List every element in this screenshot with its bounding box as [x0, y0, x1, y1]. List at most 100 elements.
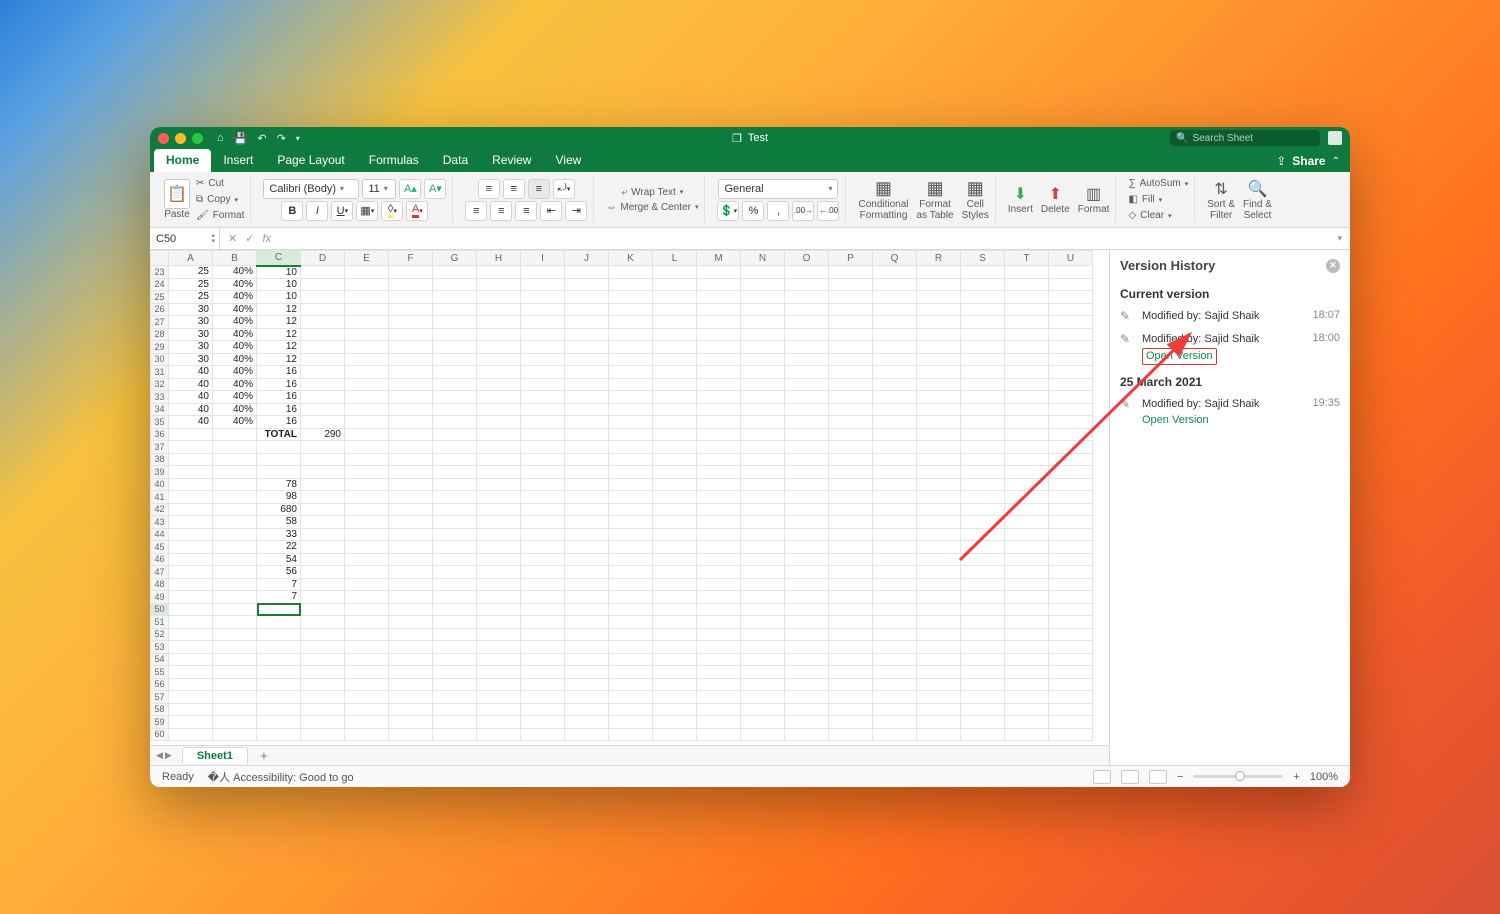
cell-R45[interactable]: [917, 541, 961, 554]
cell-H40[interactable]: [477, 478, 521, 491]
cell-F24[interactable]: [389, 278, 433, 291]
row-header-26[interactable]: 26: [151, 303, 169, 316]
cell-G37[interactable]: [433, 441, 477, 454]
col-header-C[interactable]: C: [257, 251, 301, 266]
cell-F45[interactable]: [389, 541, 433, 554]
cell-B50[interactable]: [213, 603, 257, 616]
cell-G43[interactable]: [433, 516, 477, 529]
orientation-button[interactable]: ⤾▾: [553, 179, 575, 199]
cell-C37[interactable]: [257, 441, 301, 454]
cell-E26[interactable]: [345, 303, 389, 316]
cell-D54[interactable]: [301, 653, 345, 666]
close-version-pane-icon[interactable]: ✕: [1326, 259, 1340, 273]
cell-T35[interactable]: [1005, 416, 1049, 429]
cell-D46[interactable]: [301, 553, 345, 566]
cell-L35[interactable]: [653, 416, 697, 429]
cell-E35[interactable]: [345, 416, 389, 429]
tab-formulas[interactable]: Formulas: [357, 149, 431, 172]
cell-S37[interactable]: [961, 441, 1005, 454]
cell-L59[interactable]: [653, 716, 697, 729]
enter-formula-icon[interactable]: ✓: [245, 232, 254, 245]
cell-R37[interactable]: [917, 441, 961, 454]
cell-C30[interactable]: 12: [257, 353, 301, 366]
cell-O44[interactable]: [785, 528, 829, 541]
cell-M44[interactable]: [697, 528, 741, 541]
col-header-F[interactable]: F: [389, 251, 433, 266]
align-bottom-button[interactable]: ≡: [528, 179, 550, 199]
cell-I41[interactable]: [521, 491, 565, 504]
cell-D42[interactable]: [301, 503, 345, 516]
cell-Q39[interactable]: [873, 466, 917, 479]
cell-U23[interactable]: [1049, 266, 1093, 279]
cell-C52[interactable]: [257, 628, 301, 641]
cell-D25[interactable]: [301, 291, 345, 304]
cell-H28[interactable]: [477, 328, 521, 341]
cell-S36[interactable]: [961, 428, 1005, 441]
cell-D39[interactable]: [301, 466, 345, 479]
cell-I43[interactable]: [521, 516, 565, 529]
cell-R49[interactable]: [917, 591, 961, 604]
cell-R51[interactable]: [917, 616, 961, 629]
cell-O45[interactable]: [785, 541, 829, 554]
cell-Q55[interactable]: [873, 666, 917, 679]
cell-K36[interactable]: [609, 428, 653, 441]
cell-N46[interactable]: [741, 553, 785, 566]
cell-U35[interactable]: [1049, 416, 1093, 429]
cell-D53[interactable]: [301, 641, 345, 654]
cell-C48[interactable]: 7: [257, 578, 301, 591]
cell-C57[interactable]: [257, 691, 301, 704]
cell-N55[interactable]: [741, 666, 785, 679]
cell-C39[interactable]: [257, 466, 301, 479]
cell-P56[interactable]: [829, 678, 873, 691]
cell-C38[interactable]: [257, 453, 301, 466]
cell-H30[interactable]: [477, 353, 521, 366]
cell-Q41[interactable]: [873, 491, 917, 504]
cell-T60[interactable]: [1005, 728, 1049, 741]
cell-Q51[interactable]: [873, 616, 917, 629]
cell-Q57[interactable]: [873, 691, 917, 704]
cell-C27[interactable]: 12: [257, 316, 301, 329]
cell-M31[interactable]: [697, 366, 741, 379]
cell-B39[interactable]: [213, 466, 257, 479]
cell-C31[interactable]: 16: [257, 366, 301, 379]
cell-U37[interactable]: [1049, 441, 1093, 454]
row-header-38[interactable]: 38: [151, 453, 169, 466]
cell-S46[interactable]: [961, 553, 1005, 566]
row-header-55[interactable]: 55: [151, 666, 169, 679]
cell-H33[interactable]: [477, 391, 521, 404]
cell-Q24[interactable]: [873, 278, 917, 291]
cell-U53[interactable]: [1049, 641, 1093, 654]
col-header-H[interactable]: H: [477, 251, 521, 266]
cell-R39[interactable]: [917, 466, 961, 479]
cell-C51[interactable]: [257, 616, 301, 629]
cell-B35[interactable]: 40%: [213, 416, 257, 429]
row-header-52[interactable]: 52: [151, 628, 169, 641]
cell-F48[interactable]: [389, 578, 433, 591]
cell-K43[interactable]: [609, 516, 653, 529]
cell-N36[interactable]: [741, 428, 785, 441]
cell-S44[interactable]: [961, 528, 1005, 541]
cell-K46[interactable]: [609, 553, 653, 566]
cell-F28[interactable]: [389, 328, 433, 341]
cell-A29[interactable]: 30: [169, 341, 213, 354]
minimize-window-button[interactable]: [175, 133, 186, 144]
cell-P54[interactable]: [829, 653, 873, 666]
col-header-L[interactable]: L: [653, 251, 697, 266]
cell-K54[interactable]: [609, 653, 653, 666]
cell-E27[interactable]: [345, 316, 389, 329]
cell-G35[interactable]: [433, 416, 477, 429]
cell-Q29[interactable]: [873, 341, 917, 354]
cell-H59[interactable]: [477, 716, 521, 729]
cell-L37[interactable]: [653, 441, 697, 454]
cell-P57[interactable]: [829, 691, 873, 704]
cell-E53[interactable]: [345, 641, 389, 654]
cell-J51[interactable]: [565, 616, 609, 629]
cell-J44[interactable]: [565, 528, 609, 541]
cell-R54[interactable]: [917, 653, 961, 666]
cell-G34[interactable]: [433, 403, 477, 416]
cell-Q26[interactable]: [873, 303, 917, 316]
cell-E59[interactable]: [345, 716, 389, 729]
cell-N35[interactable]: [741, 416, 785, 429]
cell-L24[interactable]: [653, 278, 697, 291]
cell-F39[interactable]: [389, 466, 433, 479]
